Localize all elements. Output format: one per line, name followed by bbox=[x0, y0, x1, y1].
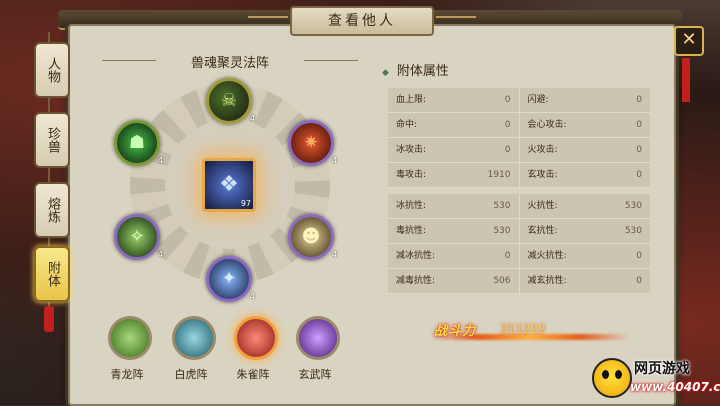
attr-value: 0 bbox=[636, 276, 642, 286]
attr-name: 冰攻击: bbox=[396, 145, 427, 155]
attr-name: 减玄抗性: bbox=[527, 276, 567, 286]
combat-power: 战斗力 311222 bbox=[430, 318, 650, 346]
attr-row: 血上限: 0 闪避: 0 bbox=[388, 88, 650, 113]
slot-level: 4 bbox=[157, 156, 163, 165]
attr-row: 冰攻击: 0 火攻击: 0 bbox=[388, 138, 650, 163]
beast-slot-bottom[interactable]: ✦ 4 bbox=[206, 256, 255, 302]
slot-level: 4 bbox=[157, 250, 163, 259]
array-qinglong-gem[interactable] bbox=[108, 316, 152, 360]
attributes-table: 血上限: 0 闪避: 0 命中: 0 会心攻击: 0 冰攻击: 0 火攻击: 0 毒攻击: 1… bbox=[388, 88, 650, 294]
attr-name: 毒抗性: bbox=[396, 226, 427, 236]
attr-value: 0 bbox=[636, 95, 642, 105]
watermark-line2: www.40407.com bbox=[630, 380, 720, 394]
array-xuanwu-gem[interactable] bbox=[296, 316, 340, 360]
close-button[interactable]: ✕ bbox=[674, 26, 704, 56]
attr-value: 0 bbox=[636, 170, 642, 180]
attr-value: 530 bbox=[624, 226, 642, 236]
formation-area: ☠ 4 ✷ 4 ☻ 4 ✦ 4 ✧ 4 ☗ 4 ❖ 97 bbox=[110, 78, 350, 302]
center-level: 97 bbox=[240, 199, 251, 208]
array-selector: 青龙阵 白虎阵 朱雀阵 玄武阵 bbox=[100, 316, 360, 386]
attr-name: 血上限: bbox=[396, 95, 427, 105]
attr-name: 冰抗性: bbox=[396, 201, 427, 211]
attributes-title: 附体属性 bbox=[382, 60, 449, 79]
tab-character[interactable]: 人物 bbox=[34, 42, 70, 98]
attr-name: 闪避: bbox=[527, 95, 549, 105]
attr-value: 0 bbox=[504, 251, 511, 261]
attr-name: 减冰抗性: bbox=[396, 251, 436, 261]
tassel-decoration bbox=[44, 306, 54, 332]
side-tab-bar: 人物 珍兽 熔炼 附体 bbox=[28, 32, 72, 332]
combat-power-value: 311222 bbox=[500, 322, 546, 336]
attr-row: 毒抗性: 530 玄抗性: 530 bbox=[388, 219, 650, 244]
attr-name: 会心攻击: bbox=[527, 120, 567, 130]
attr-name: 毒攻击: bbox=[396, 170, 427, 180]
formation-title: 兽魂聚灵法阵 bbox=[102, 52, 358, 71]
attr-value: 0 bbox=[636, 251, 642, 261]
attr-value: 530 bbox=[493, 226, 511, 236]
slot-level: 4 bbox=[331, 250, 337, 259]
attr-value: 530 bbox=[624, 201, 642, 211]
array-baihu-gem[interactable] bbox=[172, 316, 216, 360]
combat-power-label: 战斗力 bbox=[434, 324, 477, 339]
array-qinglong-label: 青龙阵 bbox=[110, 368, 144, 381]
array-zhuque-label: 朱雀阵 bbox=[236, 368, 270, 381]
slot-level: 4 bbox=[249, 292, 255, 301]
green-skull-icon: ☠ bbox=[220, 90, 238, 111]
attr-name: 命中: bbox=[396, 120, 418, 130]
attr-row: 减毒抗性: 506 减玄抗性: 0 bbox=[388, 269, 650, 294]
array-xuanwu-label: 玄武阵 bbox=[298, 368, 332, 381]
tab-beast[interactable]: 珍兽 bbox=[34, 112, 70, 168]
attr-value: 0 bbox=[504, 120, 511, 130]
attr-value: 530 bbox=[493, 201, 511, 211]
array-zhuque-gem[interactable] bbox=[234, 316, 278, 360]
center-beast-slot[interactable]: ❖ 97 bbox=[202, 158, 256, 212]
bone-face-icon: ☻ bbox=[301, 226, 321, 247]
site-watermark: 网页游戏 www.40407.com bbox=[590, 356, 720, 402]
window-title: 查看他人 bbox=[248, 6, 476, 36]
attr-value: 0 bbox=[636, 120, 642, 130]
attr-name: 玄攻击: bbox=[527, 170, 558, 180]
attr-name: 减毒抗性: bbox=[396, 276, 436, 286]
array-baihu-label: 白虎阵 bbox=[174, 368, 208, 381]
attr-name: 火攻击: bbox=[527, 145, 558, 155]
fire-claw-icon: ✷ bbox=[303, 132, 319, 153]
attr-name: 玄抗性: bbox=[527, 226, 558, 236]
tab-smelt[interactable]: 熔炼 bbox=[34, 182, 70, 238]
watermark-line1: 网页游戏 bbox=[634, 361, 690, 377]
attr-value: 506 bbox=[493, 276, 511, 286]
close-x-icon: ✕ bbox=[681, 29, 697, 50]
beast-slot-lower-left[interactable]: ✧ 4 bbox=[114, 214, 163, 260]
attr-value: 0 bbox=[504, 95, 511, 105]
green-wraith-icon: ☗ bbox=[128, 132, 146, 153]
beast-slot-upper-right[interactable]: ✷ 4 bbox=[288, 120, 337, 166]
attr-name: 减火抗性: bbox=[527, 251, 567, 261]
close-tassel-decoration bbox=[682, 58, 690, 102]
mascot-face-icon bbox=[592, 358, 632, 398]
attr-value: 0 bbox=[636, 145, 642, 155]
tab-attach[interactable]: 附体 bbox=[34, 246, 70, 302]
beast-slot-upper-left[interactable]: ☗ 4 bbox=[114, 120, 163, 166]
attr-row: 命中: 0 会心攻击: 0 bbox=[388, 113, 650, 138]
beast-slot-top[interactable]: ☠ 4 bbox=[206, 78, 255, 124]
slot-level: 4 bbox=[249, 114, 255, 123]
ice-claw-icon: ✦ bbox=[221, 268, 237, 289]
attr-value: 0 bbox=[504, 145, 511, 155]
slot-level: 4 bbox=[331, 156, 337, 165]
attr-value: 1910 bbox=[487, 170, 511, 180]
jade-blade-icon: ✧ bbox=[129, 226, 145, 247]
attr-row: 减冰抗性: 0 减火抗性: 0 bbox=[388, 244, 650, 269]
attr-name: 火抗性: bbox=[527, 201, 558, 211]
attr-row: 冰抗性: 530 火抗性: 530 bbox=[388, 194, 650, 219]
beast-slot-lower-right[interactable]: ☻ 4 bbox=[288, 214, 337, 260]
attr-row: 毒攻击: 1910 玄攻击: 0 bbox=[388, 163, 650, 188]
